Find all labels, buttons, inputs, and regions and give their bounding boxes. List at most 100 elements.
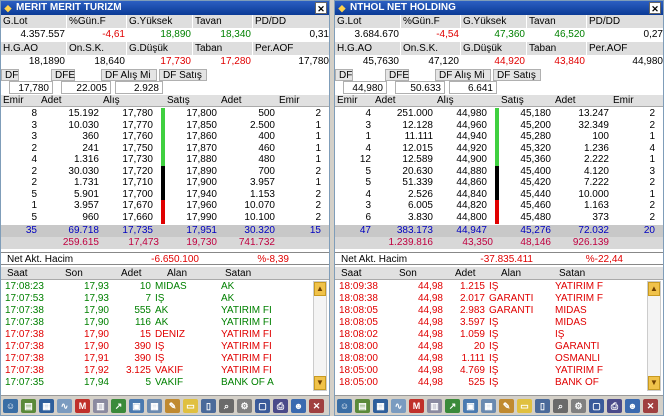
print-icon[interactable]: ⎙ — [607, 399, 622, 413]
window-icon[interactable]: ▢ — [255, 399, 270, 413]
trade-row[interactable]: 18:08:38 44,98 2.017 GARANTİ YATIRIM F — [335, 293, 645, 305]
chart-icon[interactable]: ▤ — [21, 399, 36, 413]
orderbook-cell: 2 — [649, 211, 655, 223]
chart-icon[interactable]: ▤ — [355, 399, 370, 413]
scroll-up-icon[interactable]: ▲ — [314, 282, 326, 296]
depth-bar-segment — [161, 119, 165, 132]
orderbook-cell: 17,850 — [186, 119, 217, 131]
gear-icon[interactable]: ⚙ — [237, 399, 252, 413]
orderbook-cell: 44,800 — [456, 211, 487, 223]
user-icon[interactable]: ☻ — [291, 399, 306, 413]
df-tab[interactable]: DF Alış Mi — [435, 69, 491, 81]
grid-icon[interactable]: ▦ — [39, 399, 54, 413]
orderbook-row: 4 1.316 17,730 17,880 480 1 — [1, 154, 329, 166]
orderbook-cell: 1 — [649, 131, 655, 142]
note-icon[interactable]: ▭ — [517, 399, 532, 413]
note-icon[interactable]: ▭ — [183, 399, 198, 413]
trade-row[interactable]: 18:08:00 44,98 20 İŞ GARANTİ — [335, 341, 645, 353]
orderbook-cell: 5 — [31, 188, 37, 200]
bottom-toolbar: ☺ ▤ ▦ ∿ M ▥ ↗ ▣ ▦ ✎ ▭ ▯ ⌕ ⚙ ▢ ⎙ ☻ ✕ — [1, 395, 329, 415]
trade-row[interactable]: 17:07:38 17,92 3.125 VAKIF YATIRIM Fİ — [1, 365, 311, 377]
trade-row[interactable]: 18:08:02 44,98 1.059 İŞ İŞ — [335, 329, 645, 341]
orderbook-cell: 1.316 — [73, 154, 99, 165]
arrow-icon[interactable]: ↗ — [445, 399, 460, 413]
orderbook-cell: 1 — [365, 131, 371, 142]
news-icon[interactable]: ▣ — [129, 399, 144, 413]
trade-row[interactable]: 18:08:05 44,98 2.983 GARANTİ MİDAS — [335, 305, 645, 317]
close-icon[interactable]: ✕ — [643, 399, 658, 413]
gear-icon[interactable]: ⚙ — [571, 399, 586, 413]
wave-icon[interactable]: ∿ — [57, 399, 72, 413]
trade-row[interactable]: 17:07:38 17,90 390 İŞ YATIRIM Fİ — [1, 341, 311, 353]
orderbook-total: 19,730 — [186, 237, 217, 248]
orderbook-cell: 17,660 — [122, 211, 153, 223]
book-icon[interactable]: ▯ — [535, 399, 550, 413]
trade-row[interactable]: 17:08:23 17,93 10 MİDAS AK — [1, 281, 311, 293]
scroll-down-icon[interactable]: ▼ — [648, 376, 660, 390]
user-icon[interactable]: ☻ — [625, 399, 640, 413]
trade-row[interactable]: 18:09:38 44,98 1.215 İŞ YATIRIM F — [335, 281, 645, 293]
trade-row[interactable]: 17:07:38 17,91 390 İŞ YATIRIM Fİ — [1, 353, 311, 365]
trade-row[interactable]: 17:07:38 17,90 555 AK YATIRIM Fİ — [1, 305, 311, 317]
users-icon[interactable]: ☺ — [3, 399, 18, 413]
grid-icon[interactable]: ▦ — [373, 399, 388, 413]
df-tab[interactable]: DF — [1, 69, 19, 81]
df-tab[interactable]: DF Satış — [159, 69, 207, 81]
m-logo-icon[interactable]: M — [409, 399, 424, 413]
close-icon[interactable]: ✕ — [315, 2, 327, 14]
orderbook-col-header: Adet — [375, 95, 396, 106]
magnify-icon[interactable]: ⌕ — [219, 399, 234, 413]
doc-icon[interactable]: ▥ — [93, 399, 108, 413]
df-tab[interactable]: DFE — [51, 69, 75, 81]
m-logo-icon[interactable]: M — [75, 399, 90, 413]
scroll-down-icon[interactable]: ▼ — [314, 376, 326, 390]
magnify-icon[interactable]: ⌕ — [553, 399, 568, 413]
close-icon[interactable]: ✕ — [649, 2, 661, 14]
df-tab[interactable]: DF Alış Mi — [101, 69, 157, 81]
pencil-icon[interactable]: ✎ — [499, 399, 514, 413]
pencil-icon[interactable]: ✎ — [165, 399, 180, 413]
users-icon[interactable]: ☺ — [337, 399, 352, 413]
trades-col-header: Alan — [167, 268, 188, 279]
table-icon[interactable]: ▦ — [147, 399, 162, 413]
trade-cell: 44,98 — [417, 281, 443, 292]
orderbook-cell: 5.901 — [73, 188, 99, 200]
table-icon[interactable]: ▦ — [481, 399, 496, 413]
trade-row[interactable]: 18:08:00 44,98 1.111 İŞ OSMANLI — [335, 353, 645, 365]
orderbook-cell: 44,820 — [456, 200, 487, 211]
close-icon[interactable]: ✕ — [309, 399, 324, 413]
trade-row[interactable]: 17:07:38 17,90 15 DENİZ YATIRIM Fİ — [1, 329, 311, 341]
orderbook-cell: 3.957 — [73, 200, 99, 211]
trades-scrollbar[interactable]: ▲ ▼ — [647, 281, 661, 391]
window-icon[interactable]: ▢ — [589, 399, 604, 413]
trade-row[interactable]: 18:05:00 44,98 4.769 İŞ YATIRIM F — [335, 365, 645, 377]
trades-scrollbar[interactable]: ▲ ▼ — [313, 281, 327, 391]
arrow-icon[interactable]: ↗ — [111, 399, 126, 413]
summary-value-row-2: 18,1890 18,640 17,730 17,280 17,780 — [1, 55, 329, 68]
df-tab[interactable]: DF Satış — [493, 69, 541, 81]
bottom-toolbar: ☺ ▤ ▦ ∿ M ▥ ↗ ▣ ▦ ✎ ▭ ▯ ⌕ ⚙ ▢ ⎙ ☻ ✕ — [335, 395, 663, 415]
trade-cell: İŞ — [489, 281, 499, 292]
trade-cell: AK — [155, 317, 169, 328]
doc-icon[interactable]: ▥ — [427, 399, 442, 413]
trade-row[interactable]: 17:07:38 17,90 116 AK YATIRIM Fİ — [1, 317, 311, 329]
trade-row[interactable]: 18:05:00 44,98 525 İŞ BANK OF — [335, 377, 645, 389]
news-icon[interactable]: ▣ — [463, 399, 478, 413]
trade-row[interactable]: 17:07:35 17,94 5 VAKIF BANK OF A — [1, 377, 311, 389]
orderbook-cell: 32.349 — [578, 119, 609, 131]
df-tab[interactable]: DF — [335, 69, 353, 81]
wave-icon[interactable]: ∿ — [391, 399, 406, 413]
book-icon[interactable]: ▯ — [201, 399, 216, 413]
df-tab[interactable]: DFE — [385, 69, 409, 81]
trade-row[interactable]: 17:07:53 17,93 7 İŞ AK — [1, 293, 311, 305]
trade-cell: 17,90 — [83, 305, 109, 316]
trade-cell: BANK OF — [555, 377, 599, 388]
trades-col-header: Satan — [559, 268, 586, 279]
orderbook-total: 69.718 — [68, 225, 99, 236]
print-icon[interactable]: ⎙ — [273, 399, 288, 413]
orderbook-total: 44,947 — [456, 225, 487, 236]
trade-row[interactable]: 18:08:05 44,98 3.597 İŞ MİDAS — [335, 317, 645, 329]
orderbook-cell: 44,980 — [456, 108, 487, 119]
trade-cell: VAKIF — [155, 365, 184, 376]
scroll-up-icon[interactable]: ▲ — [648, 282, 660, 296]
